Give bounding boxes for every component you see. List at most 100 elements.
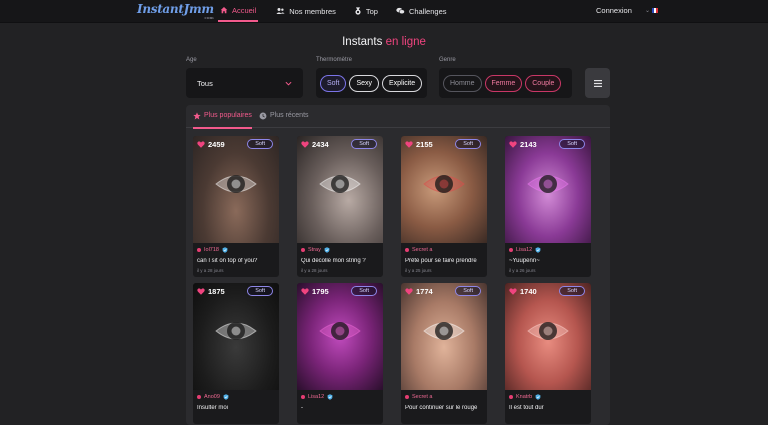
online-dot-icon <box>509 395 513 399</box>
author-link[interactable]: Secret a <box>405 394 432 400</box>
like-count[interactable]: 1795 <box>301 287 329 296</box>
genre-couple-toggle[interactable]: Couple <box>525 74 562 92</box>
clock-icon <box>259 112 267 120</box>
tab-recent[interactable]: Plus récents <box>259 112 309 120</box>
author-link[interactable]: Lisa12 <box>301 394 333 400</box>
thermometre-soft-toggle[interactable]: Soft <box>320 74 347 92</box>
chevron-down-icon <box>285 81 292 86</box>
online-dot-icon <box>405 248 409 252</box>
thermometre-filter-label: Thermomètre <box>316 57 353 63</box>
heart-icon <box>405 288 413 295</box>
age-select-value: Tous <box>197 78 213 88</box>
instant-caption: Il est tout dur <box>509 405 544 411</box>
nav-home[interactable]: Accueil <box>218 0 259 22</box>
genre-femme-toggle[interactable]: Femme <box>484 74 523 92</box>
login-link[interactable]: Connexion <box>596 6 632 15</box>
thermometre-badge: Soft <box>559 139 585 149</box>
thermometre-badge: Soft <box>351 139 377 149</box>
author-link[interactable]: Lisa12 <box>509 247 541 253</box>
age-select[interactable]: Tous <box>186 68 303 98</box>
age-filter-label: Age <box>186 57 197 63</box>
thermometre-filter: Soft Sexy Explicite <box>316 68 427 98</box>
author-name: Lisa12 <box>516 247 533 253</box>
nav-top[interactable]: Top <box>354 0 378 22</box>
nav-home-label: Accueil <box>232 5 257 15</box>
genre-filter-label: Genre <box>439 57 456 63</box>
online-dot-icon <box>197 395 201 399</box>
star-icon <box>193 112 201 120</box>
sort-tabs: Plus populaires Plus récents <box>186 105 610 129</box>
nav-members[interactable]: Nos membres <box>276 0 336 22</box>
instant-card[interactable]: 2143 Soft Lisa12 ~Yuupenn~ il y a 26 jours <box>505 136 591 277</box>
thermometre-badge: Soft <box>351 286 377 296</box>
like-count[interactable]: 1875 <box>197 287 225 296</box>
online-dot-icon <box>301 395 305 399</box>
instant-card[interactable]: 2434 Soft Stray Qui decolle mon string ? il … <box>297 136 383 277</box>
online-dot-icon <box>197 248 201 252</box>
like-count-value: 1740 <box>520 287 537 296</box>
instant-caption: - <box>301 405 303 411</box>
heart-icon <box>197 288 205 295</box>
instants-panel: Plus populaires Plus récents 2459 Soft Iol… <box>186 105 610 425</box>
instant-caption: Qui decolle mon string ? <box>301 258 366 264</box>
author-name: Stray <box>308 247 321 253</box>
instant-card[interactable]: 1740 Soft Knatrb Il est tout dur <box>505 283 591 424</box>
tab-popular[interactable]: Plus populaires <box>193 112 252 129</box>
heart-icon <box>197 141 205 148</box>
instant-card[interactable]: 1875 Soft Ano09 Insulter moi <box>193 283 279 424</box>
instant-card[interactable]: 1795 Soft Lisa12 - <box>297 283 383 424</box>
instant-card[interactable]: 2459 Soft Iol718 can I sit on top of you? il… <box>193 136 279 277</box>
instant-timestamp: il y a 26 jours <box>509 268 536 273</box>
thermometre-badge: Soft <box>247 286 273 296</box>
instant-timestamp: il y a 28 jours <box>301 268 328 273</box>
like-count[interactable]: 1774 <box>405 287 433 296</box>
fr-flag-icon <box>652 8 659 13</box>
like-count[interactable]: 2155 <box>405 140 433 149</box>
verified-badge-icon <box>222 247 228 253</box>
thermometre-badge: Soft <box>247 139 273 149</box>
heart-icon <box>301 141 309 148</box>
instant-timestamp: il y a 25 jours <box>405 268 432 273</box>
nav-top-label: Top <box>365 6 378 16</box>
instant-card[interactable]: 1774 Soft Secret a Pour continuer sur le ro… <box>401 283 487 424</box>
thermometre-sexy-toggle[interactable]: Sexy <box>349 74 380 92</box>
medal-icon <box>355 7 361 15</box>
language-selector[interactable]: ⌄ <box>645 7 659 14</box>
author-link[interactable]: Iol718 <box>197 247 228 253</box>
online-dot-icon <box>405 395 409 399</box>
like-count[interactable]: 2434 <box>301 140 329 149</box>
genre-filter: Homme Femme Couple <box>439 68 572 98</box>
like-count[interactable]: 2459 <box>197 140 225 149</box>
thermometre-badge: Soft <box>455 286 481 296</box>
nav-members-label: Nos membres <box>289 6 336 16</box>
author-link[interactable]: Stray <box>301 247 330 253</box>
thermometre-badge: Soft <box>455 139 481 149</box>
genre-homme-toggle[interactable]: Homme <box>443 74 482 92</box>
online-dot-icon <box>301 248 305 252</box>
online-dot-icon <box>509 248 513 252</box>
blurred-eye-icon <box>215 175 257 193</box>
heart-icon <box>509 288 517 295</box>
like-count-value: 1795 <box>312 287 329 296</box>
like-count[interactable]: 1740 <box>509 287 537 296</box>
like-count[interactable]: 2143 <box>509 140 537 149</box>
verified-badge-icon <box>535 247 541 253</box>
author-link[interactable]: Secret a <box>405 247 432 253</box>
author-link[interactable]: Knatrb <box>509 394 541 400</box>
users-icon <box>276 8 285 14</box>
blurred-eye-icon <box>215 322 257 340</box>
thermometre-explicite-toggle[interactable]: Explicite <box>382 74 423 92</box>
instant-card[interactable]: 2155 Soft Secret a Prête pour se faire pren… <box>401 136 487 277</box>
page-title-main: Instants <box>342 36 383 48</box>
like-count-value: 2434 <box>312 140 329 149</box>
author-link[interactable]: Ano09 <box>197 394 229 400</box>
verified-badge-icon <box>223 394 229 400</box>
hamburger-icon <box>593 79 602 87</box>
verified-badge-icon <box>535 394 541 400</box>
logo-text: InstantJmm <box>137 2 214 16</box>
main-nav: Accueil Nos membres Top Challenges <box>218 0 465 22</box>
nav-challenges[interactable]: Challenges <box>396 0 447 22</box>
tab-popular-label: Plus populaires <box>204 112 252 119</box>
site-logo[interactable]: InstantJmm com <box>137 2 214 20</box>
filters-menu-button[interactable] <box>585 68 610 98</box>
